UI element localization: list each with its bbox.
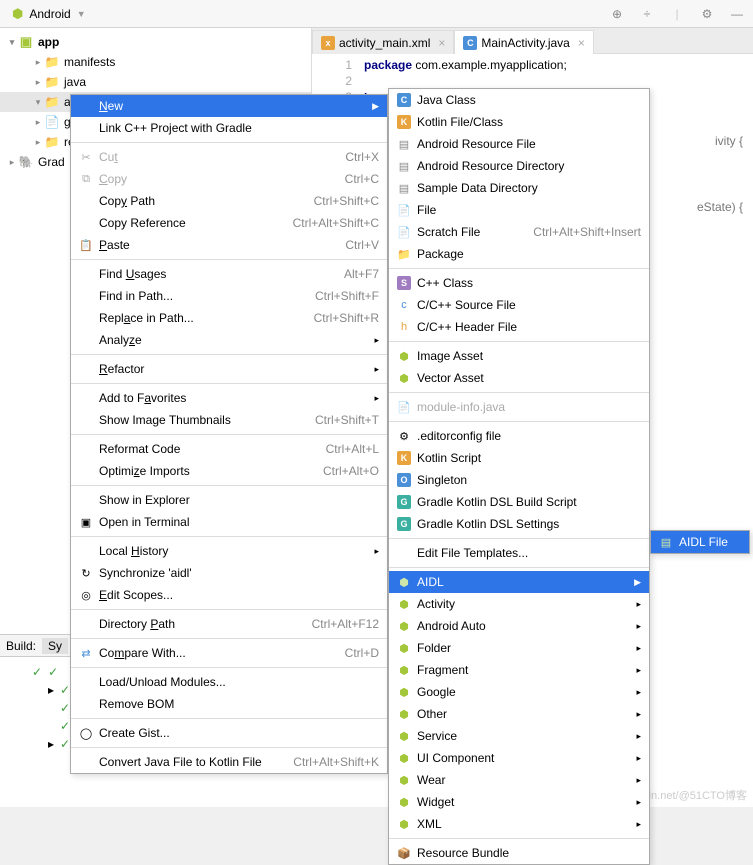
gradle-icon: 🐘 [18,154,34,170]
menu-link-cpp[interactable]: Link C++ Project with Gradle [71,117,387,139]
module-label: Android [29,7,70,21]
menu-copy-path[interactable]: Copy PathCtrl+Shift+C [71,190,387,212]
module-icon: ▣ [18,34,34,50]
menu-sample-dir[interactable]: ▤Sample Data Directory [389,177,649,199]
gear-icon[interactable]: ⚙ [699,6,715,22]
code-hint: ivity { [715,134,743,150]
menu-optimize[interactable]: Optimize ImportsCtrl+Alt+O [71,460,387,482]
menu-new[interactable]: New▶ [71,95,387,117]
menu-package[interactable]: 📁Package [389,243,649,265]
menu-load-unload[interactable]: Load/Unload Modules... [71,671,387,693]
menu-xml[interactable]: ⬢XML▸ [389,813,649,835]
folder-icon: 📁 [44,54,60,70]
menu-aidl-file[interactable]: ▤AIDL File [651,531,749,553]
menu-aidl[interactable]: ⬢AIDL▶ [389,571,649,593]
build-label: Build: [6,639,36,653]
target-icon[interactable]: ⊕ [609,6,625,22]
menu-cpp-hdr[interactable]: hC/C++ Header File [389,316,649,338]
menu-ui-component[interactable]: ⬢UI Component▸ [389,747,649,769]
menu-vector-asset[interactable]: ⬢Vector Asset [389,367,649,389]
menu-favorites[interactable]: Add to Favorites▸ [71,387,387,409]
menu-file[interactable]: 📄File [389,199,649,221]
aidl-submenu: ▤AIDL File [650,530,750,554]
menu-fragment[interactable]: ⬢Fragment▸ [389,659,649,681]
menu-scratch[interactable]: 📄Scratch FileCtrl+Alt+Shift+Insert [389,221,649,243]
new-submenu: CJava Class KKotlin File/Class ▤Android … [388,88,650,865]
menu-analyze[interactable]: Analyze▸ [71,329,387,351]
menu-dir-path[interactable]: Directory PathCtrl+Alt+F12 [71,613,387,635]
build-tab-sync[interactable]: Sy [42,638,68,654]
tree-manifests[interactable]: manifests [64,55,115,69]
menu-other[interactable]: ⬢Other▸ [389,703,649,725]
menu-edit-scopes[interactable]: ◎Edit Scopes... [71,584,387,606]
menu-remove-bom[interactable]: Remove BOM [71,693,387,715]
menu-res-file[interactable]: ▤Android Resource File [389,133,649,155]
menu-folder[interactable]: ⬢Folder▸ [389,637,649,659]
menu-res-dir[interactable]: ▤Android Resource Directory [389,155,649,177]
menu-gradle-build[interactable]: GGradle Kotlin DSL Build Script [389,491,649,513]
dropdown-icon: ▼ [77,9,86,19]
menu-find-usages[interactable]: Find UsagesAlt+F7 [71,263,387,285]
menu-synchronize[interactable]: ↻Synchronize 'aidl' [71,562,387,584]
menu-reformat[interactable]: Reformat CodeCtrl+Alt+L [71,438,387,460]
tree-app[interactable]: app [38,35,59,49]
menu-copy-ref[interactable]: Copy ReferenceCtrl+Alt+Shift+C [71,212,387,234]
android-icon: ⬢ [12,6,23,22]
module-selector[interactable]: ⬢ Android ▼ [4,4,94,24]
separator: | [669,6,685,22]
menu-paste[interactable]: 📋PasteCtrl+V [71,234,387,256]
menu-convert-kotlin[interactable]: Convert Java File to Kotlin FileCtrl+Alt… [71,751,387,773]
xml-icon: x [321,36,335,50]
menu-module-info[interactable]: 📄module-info.java [389,396,649,418]
menu-open-terminal[interactable]: ▣Open in Terminal [71,511,387,533]
menu-create-gist[interactable]: ◯Create Gist... [71,722,387,744]
tree-java[interactable]: java [64,75,86,89]
menu-copy[interactable]: ⧉CopyCtrl+C [71,168,387,190]
folder-icon: 📄 [44,114,60,130]
context-menu: New▶ Link C++ Project with Gradle ✂CutCt… [70,94,388,774]
tab-activity-xml[interactable]: xactivity_main.xml× [312,30,454,54]
menu-edit-templates[interactable]: Edit File Templates... [389,542,649,564]
menu-widget[interactable]: ⬢Widget▸ [389,791,649,813]
close-icon[interactable]: × [578,36,585,50]
folder-icon: 📁 [44,134,60,150]
folder-icon: 📁 [44,74,60,90]
menu-editorconfig[interactable]: ⚙.editorconfig file [389,425,649,447]
tab-mainactivity-java[interactable]: CMainActivity.java× [454,30,594,54]
menu-thumbnails[interactable]: Show Image ThumbnailsCtrl+Shift+T [71,409,387,431]
menu-android-auto[interactable]: ⬢Android Auto▸ [389,615,649,637]
menu-service[interactable]: ⬢Service▸ [389,725,649,747]
menu-show-explorer[interactable]: Show in Explorer [71,489,387,511]
menu-replace-in-path[interactable]: Replace in Path...Ctrl+Shift+R [71,307,387,329]
code-hint: eState) { [697,200,743,216]
menu-image-asset[interactable]: ⬢Image Asset [389,345,649,367]
menu-singleton[interactable]: OSingleton [389,469,649,491]
menu-activity[interactable]: ⬢Activity▸ [389,593,649,615]
java-icon: C [463,36,477,50]
menu-kotlin-script[interactable]: KKotlin Script [389,447,649,469]
editor-tabs: xactivity_main.xml× CMainActivity.java× [312,28,753,54]
menu-find-in-path[interactable]: Find in Path...Ctrl+Shift+F [71,285,387,307]
menu-cpp-class[interactable]: SC++ Class [389,272,649,294]
menu-cpp-src[interactable]: cC/C++ Source File [389,294,649,316]
menu-wear[interactable]: ⬢Wear▸ [389,769,649,791]
tree-gradle[interactable]: Grad [38,155,65,169]
folder-icon: 📁 [44,94,60,110]
menu-local-history[interactable]: Local History▸ [71,540,387,562]
divider-icon: ÷ [639,6,655,22]
minimize-icon[interactable]: — [729,6,745,22]
menu-compare[interactable]: ⇄Compare With...Ctrl+D [71,642,387,664]
close-icon[interactable]: × [438,36,445,50]
menu-cut[interactable]: ✂CutCtrl+X [71,146,387,168]
menu-gradle-settings[interactable]: GGradle Kotlin DSL Settings [389,513,649,535]
menu-java-class[interactable]: CJava Class [389,89,649,111]
menu-refactor[interactable]: Refactor▸ [71,358,387,380]
menu-google[interactable]: ⬢Google▸ [389,681,649,703]
menu-kotlin-file[interactable]: KKotlin File/Class [389,111,649,133]
menu-resource-bundle[interactable]: 📦Resource Bundle [389,842,649,864]
